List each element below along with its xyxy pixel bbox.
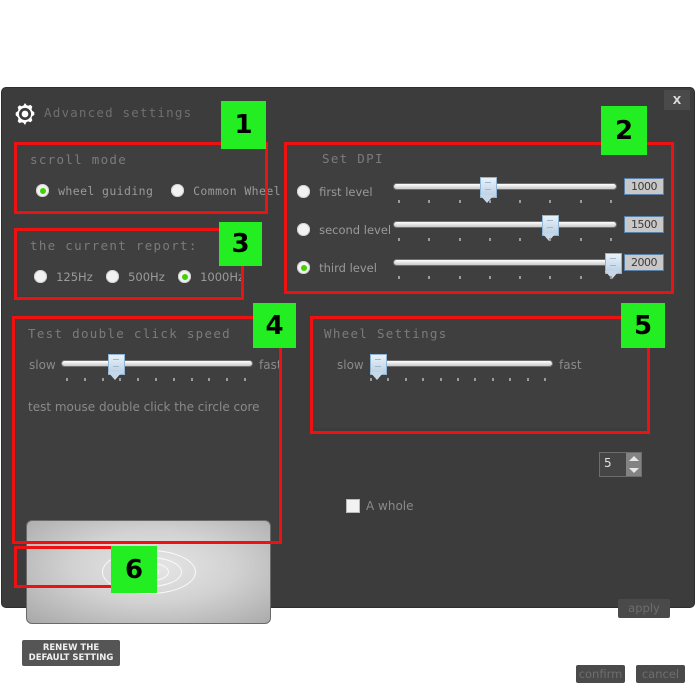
dpi-slider-second-level[interactable]	[394, 215, 616, 241]
chevron-down-icon[interactable]	[628, 467, 639, 473]
screenshot-root: X scroll mode wheel guiding Common Wheel…	[0, 0, 696, 696]
slider-track	[394, 184, 616, 189]
dpi-ticks-first-level	[398, 200, 612, 203]
radio-label-wheel-guiding: wheel guiding	[58, 183, 154, 198]
radio-common-wheel[interactable]: Common Wheel	[171, 180, 281, 199]
renew-line-1: RENEW THE	[42, 642, 100, 653]
slider-track	[372, 361, 552, 366]
radio-500hz[interactable]: 500Hz	[106, 266, 165, 285]
dpi-value-second-level[interactable]: 1500	[624, 216, 664, 233]
double-click-fast-label: fast	[259, 358, 282, 372]
advanced-settings-dialog: X scroll mode wheel guiding Common Wheel…	[2, 88, 694, 683]
double-click-slider[interactable]	[62, 354, 252, 380]
radio-label-1000hz: 1000Hz	[200, 269, 245, 284]
a-whole-checkbox[interactable]	[346, 499, 360, 513]
radio-label-500hz: 500Hz	[128, 269, 165, 284]
renew-default-setting-button[interactable]: RENEW THE DEFAULT SETTING	[22, 640, 120, 666]
slider-thumb[interactable]	[108, 354, 126, 380]
radio-125hz[interactable]: 125Hz	[34, 266, 93, 285]
dpi-ticks-second-level	[398, 238, 612, 241]
radio-icon-500hz[interactable]	[106, 270, 119, 283]
radio-1000hz[interactable]: 1000Hz	[178, 266, 244, 285]
chevron-up-icon[interactable]	[628, 456, 639, 462]
radio-icon-common-wheel[interactable]	[171, 184, 184, 197]
radio-label-common-wheel: Common Wheel	[193, 183, 281, 198]
slider-thumb[interactable]	[604, 253, 622, 279]
dpi-value-first-level[interactable]: 1000	[624, 178, 664, 195]
wheel-ticks	[370, 378, 546, 381]
radio-icon-1000hz[interactable]	[178, 270, 191, 283]
cancel-button[interactable]: cancel	[636, 665, 685, 683]
radio-icon-wheel-guiding[interactable]	[36, 184, 49, 197]
radio-dpi-third-level[interactable]: third level	[297, 257, 377, 276]
close-icon[interactable]: X	[664, 90, 690, 110]
radio-label-125hz: 125Hz	[56, 269, 93, 284]
wheel-fast-label: fast	[559, 358, 582, 372]
wheel-slow-label: slow	[337, 358, 364, 372]
radio-icon-dpi-third-level[interactable]	[297, 261, 310, 274]
dpi-slider-first-level[interactable]	[394, 177, 616, 203]
slider-thumb[interactable]	[542, 215, 560, 241]
confirm-button[interactable]: confirm	[576, 665, 625, 683]
report-rate-title: the current report:	[30, 238, 198, 253]
radio-label-dpi-second-level: second level	[319, 222, 392, 237]
slider-thumb[interactable]	[370, 354, 388, 380]
radio-label-dpi-first-level: first level	[319, 184, 373, 199]
set-dpi-panel: Set DPI first level 1000 second level 15…	[286, 142, 676, 292]
double-click-hint: test mouse double click the circle core	[28, 400, 260, 414]
wheel-value-stepper[interactable]: 5	[599, 452, 642, 477]
slider-track	[62, 361, 252, 366]
gear-icon	[15, 102, 35, 126]
page-title: Advanced settings	[44, 105, 193, 120]
double-click-test-area[interactable]	[26, 520, 271, 624]
set-dpi-title: Set DPI	[322, 151, 384, 166]
double-click-title: Test double click speed	[28, 326, 231, 341]
scroll-mode-title: scroll mode	[30, 152, 128, 167]
radio-icon-125hz[interactable]	[34, 270, 47, 283]
double-click-slow-label: slow	[29, 358, 56, 372]
radio-icon-dpi-first-level[interactable]	[297, 185, 310, 198]
double-click-panel: Test double click speed slow fast test m…	[16, 316, 282, 544]
wheel-settings-title: Wheel Settings	[324, 326, 448, 341]
slider-track	[394, 260, 616, 265]
radio-wheel-guiding[interactable]: wheel guiding	[36, 180, 153, 199]
radio-icon-dpi-second-level[interactable]	[297, 223, 310, 236]
dpi-slider-third-level[interactable]	[394, 253, 622, 279]
wheel-value-input[interactable]: 5	[600, 453, 626, 476]
radio-dpi-first-level[interactable]: first level	[297, 181, 373, 200]
a-whole-label: A whole	[366, 499, 414, 513]
slider-thumb[interactable]	[480, 177, 498, 203]
dpi-value-third-level[interactable]: 2000	[624, 254, 664, 271]
apply-button[interactable]: apply	[618, 599, 670, 618]
wheel-settings-panel: Wheel Settings slow fast	[312, 316, 650, 428]
stepper-arrows[interactable]	[626, 453, 641, 476]
report-rate-panel: the current report: 125Hz 500Hz 1000Hz	[16, 228, 244, 296]
radio-label-dpi-third-level: third level	[319, 260, 377, 275]
scroll-mode-panel: scroll mode wheel guiding Common Wheel	[16, 142, 281, 210]
renew-line-2: DEFAULT SETTING	[28, 653, 114, 663]
dpi-ticks-third-level	[398, 276, 612, 279]
slider-track	[394, 222, 616, 227]
wheel-speed-slider[interactable]	[370, 354, 552, 380]
radio-dpi-second-level[interactable]: second level	[297, 219, 391, 238]
double-click-ticks	[66, 378, 246, 381]
ring-core	[138, 567, 159, 577]
